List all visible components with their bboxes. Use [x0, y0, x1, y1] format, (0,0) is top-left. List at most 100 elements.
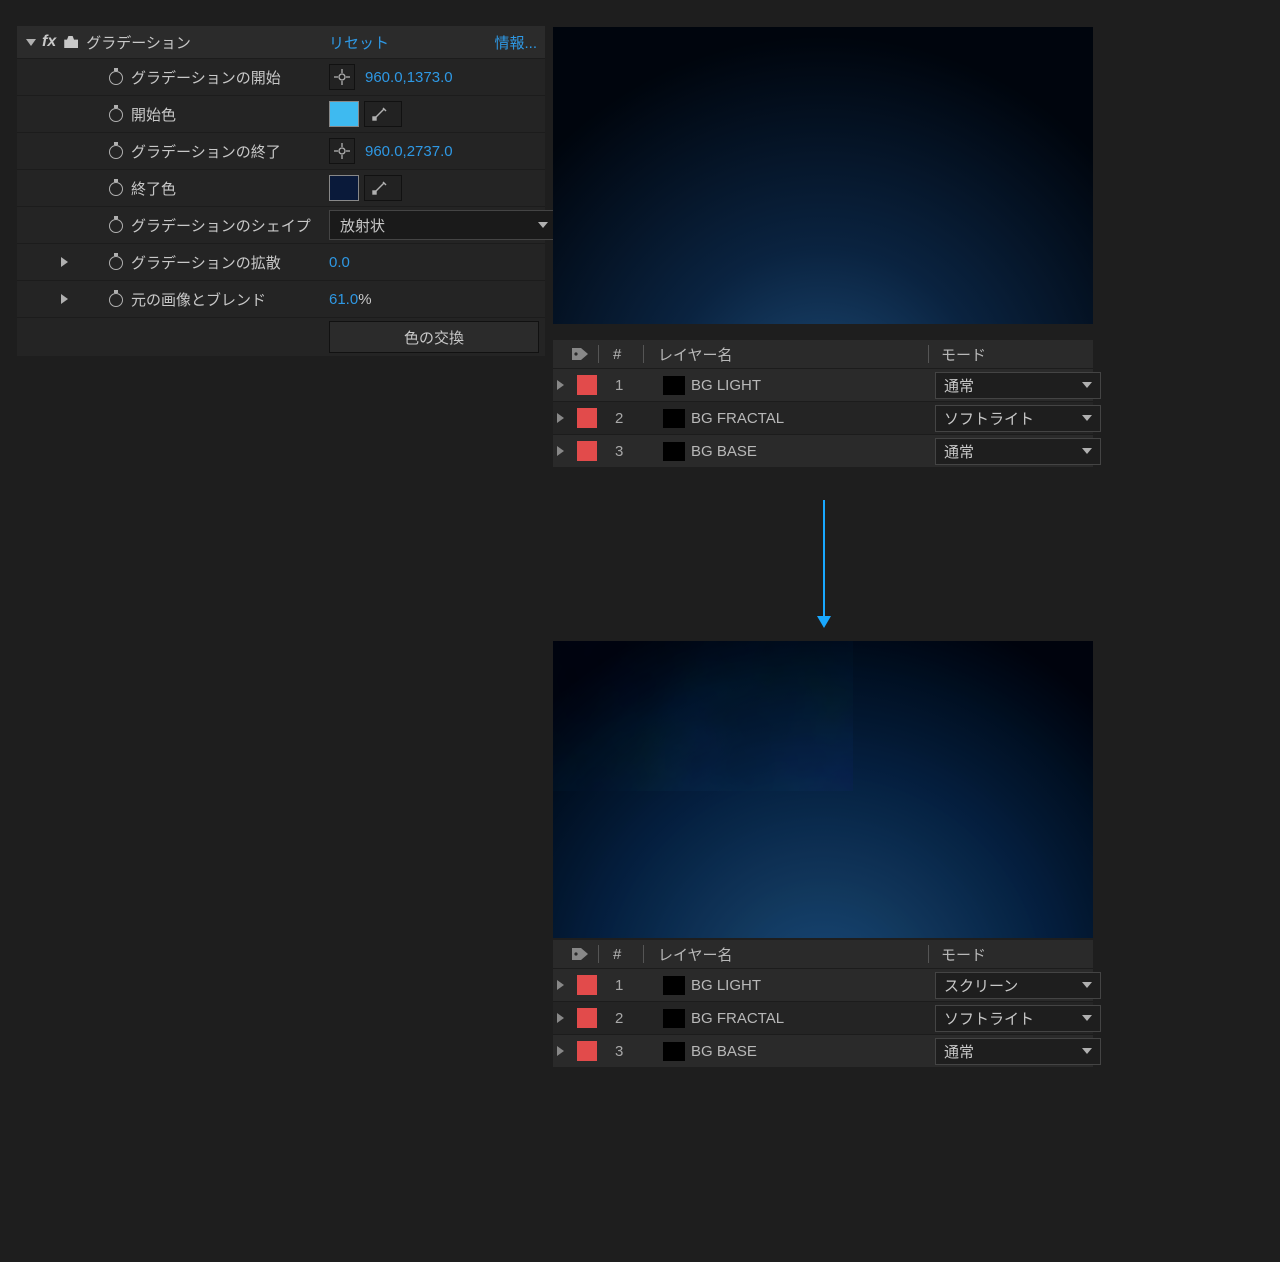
layer-name[interactable]: BG BASE — [691, 1043, 757, 1060]
ramp-end-x[interactable]: 960.0 — [365, 143, 403, 160]
prop-label: グラデーションの終了 — [131, 141, 281, 162]
layer-index: 2 — [615, 410, 623, 427]
swap-colors-label: 色の交換 — [404, 327, 464, 348]
blend-value[interactable]: 61.0 — [329, 291, 358, 308]
blend-mode-select[interactable]: ソフトライト — [935, 1005, 1101, 1032]
prop-blend: 元の画像とブレンド 61.0% — [17, 280, 545, 317]
point-picker-button[interactable] — [329, 138, 355, 164]
layer-row[interactable]: 1 BG LIGHT 通常 — [553, 368, 1093, 401]
stopwatch-icon[interactable] — [107, 105, 125, 123]
expand-arrow-icon[interactable] — [557, 413, 564, 423]
layer-label-color[interactable] — [577, 408, 597, 428]
col-mode[interactable]: モード — [941, 944, 986, 965]
layer-thumbnail — [663, 1009, 685, 1028]
stopwatch-icon[interactable] — [107, 142, 125, 160]
prop-label: 元の画像とブレンド — [131, 289, 266, 310]
prop-ramp-shape: グラデーションのシェイプ 放射状 — [17, 206, 545, 243]
chevron-down-icon — [1082, 382, 1092, 388]
end-color-swatch[interactable] — [329, 175, 359, 201]
ramp-end-y[interactable]: 2737.0 — [407, 143, 453, 160]
layer-index: 1 — [615, 377, 623, 394]
ramp-shape-value: 放射状 — [340, 215, 385, 236]
reset-link[interactable]: リセット — [329, 32, 389, 53]
layer-name[interactable]: BG FRACTAL — [691, 410, 784, 427]
layer-thumbnail — [663, 409, 685, 428]
ramp-start-y[interactable]: 1373.0 — [407, 69, 453, 86]
layer-row[interactable]: 1BG LIGHTスクリーン — [553, 968, 1093, 1001]
fx-badge-icon[interactable]: fx — [42, 33, 56, 51]
layer-index: 3 — [615, 443, 623, 460]
stopwatch-icon[interactable] — [107, 253, 125, 271]
label-tag-icon[interactable] — [571, 347, 589, 361]
about-link[interactable]: 情報... — [494, 32, 537, 53]
col-layer-name[interactable]: レイヤー名 — [658, 344, 733, 365]
layer-row[interactable]: 2BG FRACTALソフトライト — [553, 1001, 1093, 1034]
layer-name[interactable]: BG BASE — [691, 443, 757, 460]
expand-arrow-icon[interactable] — [557, 446, 564, 456]
swap-colors-button[interactable]: 色の交換 — [329, 321, 539, 353]
layer-name[interactable]: BG LIGHT — [691, 977, 761, 994]
layer-table-header: # レイヤー名 モード — [553, 940, 1093, 968]
chevron-down-icon — [1082, 415, 1092, 421]
layer-row[interactable]: 3 BG BASE 通常 — [553, 434, 1093, 467]
col-layer-name[interactable]: レイヤー名 — [658, 944, 733, 965]
expand-arrow-icon[interactable] — [61, 257, 68, 267]
prop-ramp-scatter: グラデーションの拡散 0.0 — [17, 243, 545, 280]
stopwatch-icon[interactable] — [107, 290, 125, 308]
expand-arrow-icon[interactable] — [557, 1046, 564, 1056]
layer-name[interactable]: BG FRACTAL — [691, 1010, 784, 1027]
blend-mode-select[interactable]: 通常 — [935, 372, 1101, 399]
layer-row[interactable]: 3BG BASE通常 — [553, 1034, 1093, 1067]
blend-mode-select[interactable]: 通常 — [935, 438, 1101, 465]
col-hash[interactable]: # — [613, 946, 621, 963]
chevron-down-icon — [1082, 1048, 1092, 1054]
point-picker-button[interactable] — [329, 64, 355, 90]
prop-end-color: 終了色 — [17, 169, 545, 206]
blend-mode-select[interactable]: スクリーン — [935, 972, 1101, 999]
prop-label: グラデーションのシェイプ — [131, 215, 311, 236]
layer-label-color[interactable] — [577, 1008, 597, 1028]
layer-thumbnail — [663, 1042, 685, 1061]
layer-index: 1 — [615, 977, 623, 994]
stopwatch-icon[interactable] — [107, 179, 125, 197]
prop-label: グラデーションの拡散 — [131, 252, 281, 273]
expand-arrow-icon[interactable] — [557, 380, 564, 390]
stopwatch-icon[interactable] — [107, 216, 125, 234]
prop-label: 開始色 — [131, 104, 176, 125]
collapse-arrow-icon[interactable] — [26, 39, 36, 46]
blend-mode-value: 通常 — [944, 1041, 974, 1062]
blend-mode-value: 通常 — [944, 441, 974, 462]
col-mode[interactable]: モード — [941, 344, 986, 365]
layer-index: 2 — [615, 1010, 623, 1027]
blend-mode-select[interactable]: ソフトライト — [935, 405, 1101, 432]
col-hash[interactable]: # — [613, 346, 621, 363]
blend-mode-select[interactable]: 通常 — [935, 1038, 1101, 1065]
eyedropper-button[interactable] — [364, 101, 402, 127]
expand-arrow-icon[interactable] — [61, 294, 68, 304]
start-color-swatch[interactable] — [329, 101, 359, 127]
chevron-down-icon — [1082, 1015, 1092, 1021]
prop-start-color: 開始色 — [17, 95, 545, 132]
label-tag-icon[interactable] — [571, 947, 589, 961]
layer-label-color[interactable] — [577, 1041, 597, 1061]
expand-arrow-icon[interactable] — [557, 980, 564, 990]
effect-name: グラデーション — [86, 32, 191, 53]
layer-label-color[interactable] — [577, 975, 597, 995]
eyedropper-button[interactable] — [364, 175, 402, 201]
preset-icon[interactable] — [62, 34, 80, 50]
fractal-noise-overlay — [553, 641, 853, 791]
layer-name[interactable]: BG LIGHT — [691, 377, 761, 394]
expand-arrow-icon[interactable] — [557, 1013, 564, 1023]
preview-gradient — [553, 27, 1093, 324]
blend-mode-value: 通常 — [944, 375, 974, 396]
scatter-value[interactable]: 0.0 — [329, 254, 350, 271]
stopwatch-icon[interactable] — [107, 68, 125, 86]
ramp-shape-select[interactable]: 放射状 — [329, 210, 559, 240]
layer-label-color[interactable] — [577, 441, 597, 461]
ramp-start-x[interactable]: 960.0 — [365, 69, 403, 86]
layer-table-header: # レイヤー名 モード — [553, 340, 1093, 368]
layer-row[interactable]: 2BG FRACTALソフトライト — [553, 401, 1093, 434]
layer-table-before: # レイヤー名 モード 1BG LIGHT通常2BG FRACTALソフトライト… — [553, 340, 1093, 467]
layer-label-color[interactable] — [577, 375, 597, 395]
composition-preview-after — [553, 641, 1093, 938]
